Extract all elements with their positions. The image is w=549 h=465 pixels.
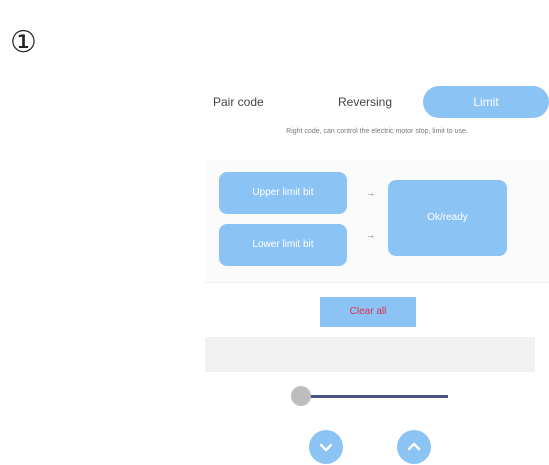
tab-reversing[interactable]: Reversing bbox=[315, 86, 415, 118]
spacer-band bbox=[205, 337, 535, 372]
divider bbox=[205, 282, 549, 283]
down-button[interactable] bbox=[309, 430, 343, 464]
tab-bar: Pair code Reversing Limit bbox=[205, 86, 549, 118]
chevron-down-icon bbox=[319, 443, 333, 452]
arrow-icon: → bbox=[366, 188, 375, 198]
upper-limit-button[interactable]: Upper limit bit bbox=[219, 172, 347, 214]
chevron-up-icon bbox=[407, 442, 421, 451]
ok-ready-button[interactable]: Ok/ready bbox=[388, 180, 507, 256]
slider-track[interactable] bbox=[300, 395, 448, 398]
hint-text: Right code, can control the electric mot… bbox=[286, 128, 468, 135]
lower-limit-button[interactable]: Lower limit bit bbox=[219, 224, 347, 266]
clear-all-button[interactable]: Clear all bbox=[320, 297, 416, 327]
step-marker: ① bbox=[10, 25, 37, 60]
tab-limit[interactable]: Limit bbox=[423, 86, 549, 118]
up-button[interactable] bbox=[397, 430, 431, 464]
slider-knob[interactable] bbox=[291, 386, 311, 406]
arrow-icon: → bbox=[366, 230, 375, 240]
tab-pair-code[interactable]: Pair code bbox=[205, 86, 293, 118]
